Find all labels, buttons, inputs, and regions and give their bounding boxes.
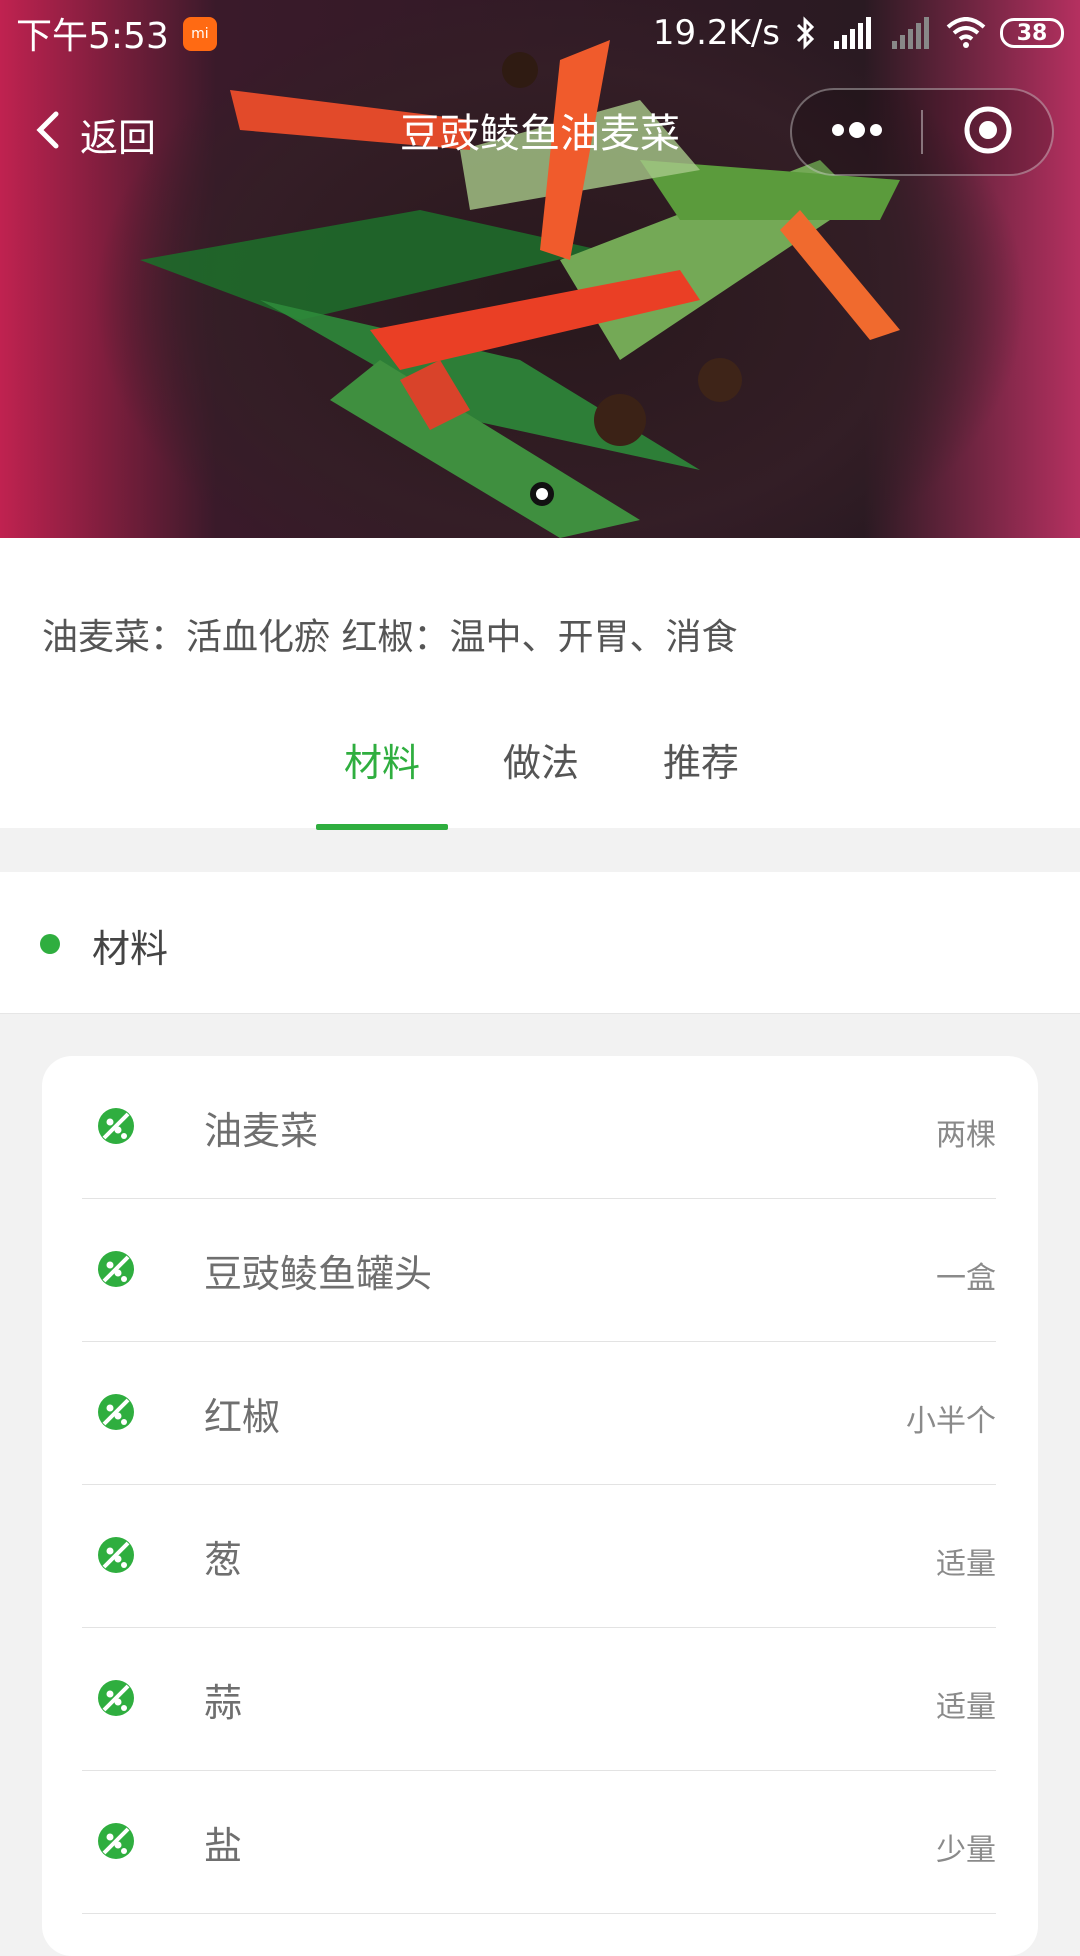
mi-app-icon: mi xyxy=(182,17,217,51)
list-item: 盐 少量 xyxy=(82,1771,996,1914)
bean-icon xyxy=(96,1249,136,1293)
bean-icon xyxy=(96,1821,136,1865)
signal-hd-icon xyxy=(830,15,874,51)
list-item: 油麦菜 两棵 xyxy=(82,1056,996,1199)
ingredient-name: 红椒 xyxy=(204,1395,281,1439)
list-item: 蒜 适量 xyxy=(82,1628,996,1771)
ingredient-name: 盐 xyxy=(204,1824,243,1868)
recipe-summary: 油麦菜：活血化瘀 红椒：温中、开胃、消食 材料 做法 推荐 xyxy=(0,538,1080,830)
ingredient-name: 豆豉鲮鱼罐头 xyxy=(204,1252,433,1296)
ingredient-qty: 一盒 xyxy=(936,1261,996,1296)
active-tab-indicator xyxy=(316,824,448,830)
bean-icon xyxy=(96,1392,136,1436)
section-title: 材料 xyxy=(92,927,169,971)
ingredient-qty: 两棵 xyxy=(936,1118,996,1153)
wifi-icon xyxy=(946,17,986,49)
ingredient-qty: 小半个 xyxy=(906,1404,996,1439)
close-program-button[interactable] xyxy=(923,90,1052,174)
ingredient-name: 油麦菜 xyxy=(204,1109,319,1153)
bluetooth-icon xyxy=(794,16,816,50)
signal-icon xyxy=(888,15,932,51)
status-time: 下午5:53 xyxy=(16,16,169,57)
mini-program-capsule xyxy=(790,88,1054,176)
ingredient-name: 蒜 xyxy=(204,1681,243,1725)
more-button[interactable] xyxy=(792,90,921,174)
recipe-description: 油麦菜：活血化瘀 红椒：温中、开胃、消食 xyxy=(42,617,738,658)
list-item: 葱 适量 xyxy=(82,1485,996,1628)
status-bar: 下午5:53 mi 19.2K/s 38 xyxy=(0,0,1080,66)
tab-recommend[interactable]: 推荐 xyxy=(636,728,766,828)
network-speed: 19.2K/s xyxy=(652,13,780,53)
tab-ingredients[interactable]: 材料 xyxy=(316,728,448,828)
ingredients-card: 油麦菜 两棵 豆豉鲮鱼罐头 一盒 红椒 小半个 葱 适量 蒜 适量 盐 少量 xyxy=(42,1056,1038,1956)
ingredients-section-header: 材料 xyxy=(0,872,1080,1014)
battery-indicator: 38 xyxy=(1000,18,1064,48)
nav-bar: 返回 豆豉鲮鱼油麦菜 xyxy=(0,80,1080,190)
more-dots-icon xyxy=(830,120,884,144)
tab-bar: 材料 做法 推荐 xyxy=(0,728,1080,828)
target-circle-icon xyxy=(962,104,1014,160)
ingredient-name: 葱 xyxy=(204,1538,243,1582)
bean-icon xyxy=(96,1678,136,1722)
ingredient-qty: 适量 xyxy=(936,1547,996,1582)
list-item: 豆豉鲮鱼罐头 一盒 xyxy=(82,1199,996,1342)
ingredient-qty: 适量 xyxy=(936,1690,996,1725)
carousel-indicator[interactable] xyxy=(530,482,554,506)
section-bullet xyxy=(40,934,60,954)
ingredient-qty: 少量 xyxy=(936,1833,996,1868)
bean-icon xyxy=(96,1535,136,1579)
bean-icon xyxy=(96,1106,136,1150)
tab-method[interactable]: 做法 xyxy=(476,728,606,828)
list-item: 红椒 小半个 xyxy=(82,1342,996,1485)
